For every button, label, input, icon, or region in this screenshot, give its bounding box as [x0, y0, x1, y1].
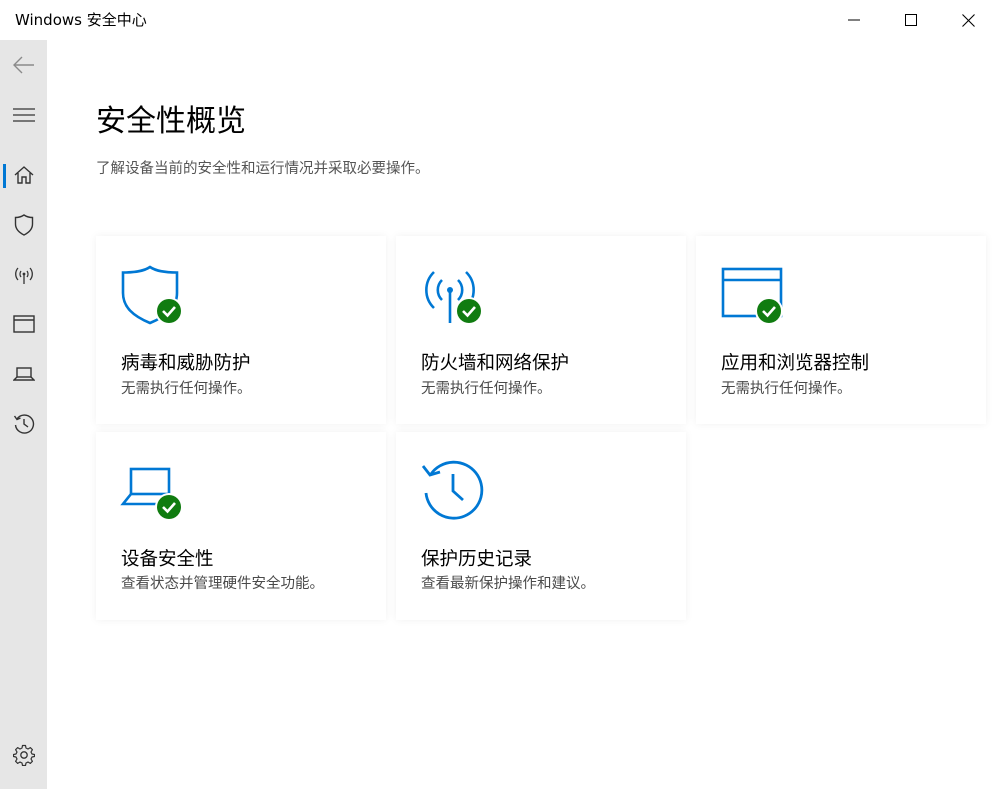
home-icon [14, 166, 33, 184]
tile-title: 应用和浏览器控制 [721, 353, 870, 374]
history-icon [13, 414, 34, 434]
tile-description: 查看状态并管理硬件安全功能。 [121, 576, 324, 592]
maximize-button[interactable] [883, 0, 939, 40]
tile-description: 无需执行任何操作。 [121, 381, 252, 397]
shield-icon [14, 214, 33, 236]
nav-settings-button[interactable] [0, 731, 47, 779]
tile-description: 无需执行任何操作。 [421, 381, 552, 397]
nav-device-security-button[interactable] [0, 350, 47, 398]
nav-menu-button[interactable] [0, 91, 47, 139]
minimize-button[interactable] [826, 0, 882, 40]
shield-check-icon [120, 261, 186, 327]
nav-sidebar [0, 40, 47, 789]
tile-description: 无需执行任何操作。 [721, 381, 852, 397]
laptop-check-icon [120, 457, 186, 523]
nav-home-button[interactable] [0, 151, 47, 199]
back-arrow-icon [12, 56, 34, 74]
tile-virus-protection[interactable]: 病毒和威胁防护 无需执行任何操作。 [96, 236, 386, 424]
tile-history[interactable]: 保护历史记录 查看最新保护操作和建议。 [396, 432, 686, 620]
nav-back-button[interactable] [0, 41, 47, 89]
page-title: 安全性概览 [96, 104, 246, 139]
hamburger-icon [12, 108, 35, 122]
antenna-check-icon [420, 261, 486, 327]
tile-title: 设备安全性 [121, 549, 214, 570]
close-icon [961, 13, 975, 27]
nav-app-browser-button[interactable] [0, 300, 47, 348]
browser-check-icon [720, 261, 786, 327]
browser-window-icon [12, 315, 35, 333]
gear-icon [12, 744, 35, 766]
tile-device-security[interactable]: 设备安全性 查看状态并管理硬件安全功能。 [96, 432, 386, 620]
maximize-icon [905, 14, 917, 26]
tile-title: 防火墙和网络保护 [421, 353, 570, 374]
tile-title: 病毒和威胁防护 [121, 353, 251, 374]
close-button[interactable] [940, 0, 992, 40]
main-content: 安全性概览 了解设备当前的安全性和运行情况并采取必要操作。 病毒和威胁防护 无需… [47, 40, 992, 789]
minimize-icon [848, 19, 860, 21]
tile-app-browser[interactable]: 应用和浏览器控制 无需执行任何操作。 [696, 236, 986, 424]
history-icon [420, 457, 486, 523]
page-subtitle: 了解设备当前的安全性和运行情况并采取必要操作。 [96, 161, 430, 177]
tile-firewall[interactable]: 防火墙和网络保护 无需执行任何操作。 [396, 236, 686, 424]
nav-virus-protection-button[interactable] [0, 201, 47, 249]
antenna-icon [14, 267, 33, 284]
tile-description: 查看最新保护操作和建议。 [421, 576, 595, 592]
nav-firewall-button[interactable] [0, 251, 47, 299]
nav-history-button[interactable] [0, 400, 47, 448]
title-bar: Windows 安全中心 [0, 0, 992, 40]
laptop-icon [12, 367, 35, 381]
window-title: Windows 安全中心 [15, 11, 147, 29]
tile-title: 保护历史记录 [421, 549, 533, 570]
